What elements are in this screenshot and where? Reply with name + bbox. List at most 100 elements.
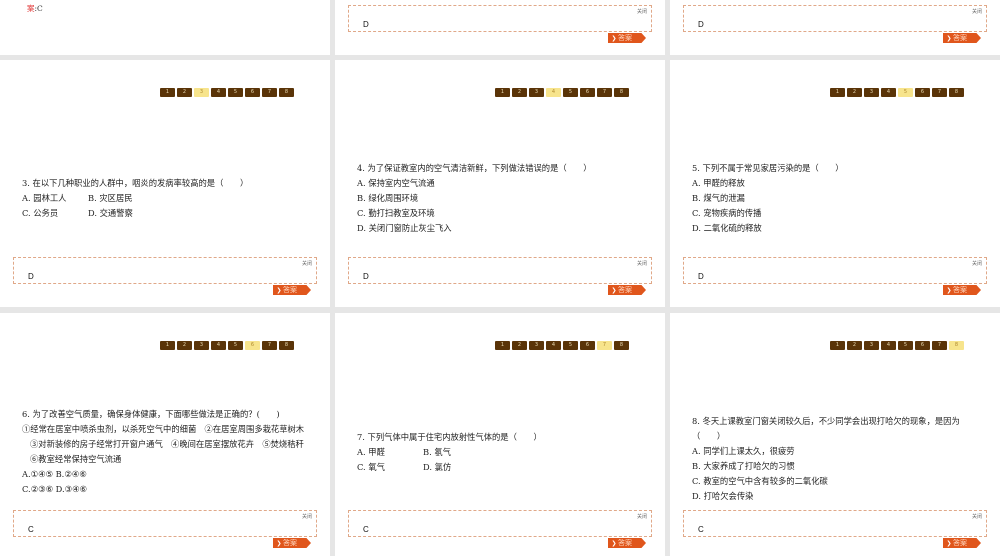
answer-button[interactable]: ❯答案: [608, 538, 646, 548]
close-button[interactable]: 关闭: [637, 8, 647, 15]
question-nav: 12345678: [495, 341, 629, 350]
nav-button-2[interactable]: 2: [512, 88, 527, 97]
nav-button-2[interactable]: 2: [177, 341, 192, 350]
nav-button-7[interactable]: 7: [597, 88, 612, 97]
nav-button-7[interactable]: 7: [262, 341, 277, 350]
nav-button-5[interactable]: 5: [563, 88, 578, 97]
close-button[interactable]: 关闭: [972, 8, 982, 15]
answer-button[interactable]: ❯答案: [273, 285, 311, 295]
nav-button-3[interactable]: 3: [529, 341, 544, 350]
nav-button-4[interactable]: 4: [546, 341, 561, 350]
question-nav: 12345678: [495, 88, 629, 97]
answer-button[interactable]: ❯答案: [943, 285, 981, 295]
nav-button-1[interactable]: 1: [160, 88, 175, 97]
nav-button-1[interactable]: 1: [495, 341, 510, 350]
nav-button-6[interactable]: 6: [915, 88, 930, 97]
answer-box: 关闭 D: [348, 5, 652, 32]
nav-button-6[interactable]: 6: [245, 341, 260, 350]
nav-button-5[interactable]: 5: [898, 341, 913, 350]
answer-box: 关闭 C: [13, 510, 317, 537]
question-line: D. 二氧化硫的释放: [692, 221, 844, 236]
slide-panel-top-1: 案:C: [0, 0, 330, 55]
nav-button-5[interactable]: 5: [228, 88, 243, 97]
nav-button-7[interactable]: 7: [932, 88, 947, 97]
nav-button-4[interactable]: 4: [881, 88, 896, 97]
answer-button-label: 答案: [953, 539, 967, 547]
nav-button-7[interactable]: 7: [932, 341, 947, 350]
option: D. 氯仿: [423, 462, 452, 472]
answer-button[interactable]: ❯答案: [608, 285, 646, 295]
question-stem: 6. 为了改善空气质量，确保身体健康，下面哪些做法是正确的？( ): [22, 407, 304, 422]
nav-button-2[interactable]: 2: [512, 341, 527, 350]
answer-button[interactable]: ❯答案: [943, 538, 981, 548]
close-button[interactable]: 关闭: [302, 513, 312, 520]
question-line: A. 甲醛的释放: [692, 176, 844, 191]
nav-button-4[interactable]: 4: [546, 88, 561, 97]
answer-button-label: 答案: [618, 539, 632, 547]
answer-box: 关闭 D: [13, 257, 317, 284]
question-line: B. 大家养成了打哈欠的习惯: [692, 459, 960, 474]
answer-button-label: 答案: [283, 286, 297, 294]
close-button[interactable]: 关闭: [302, 260, 312, 267]
nav-button-6[interactable]: 6: [580, 88, 595, 97]
slide-panel-top-3: 关闭 D ❯答案: [670, 0, 1000, 55]
nav-button-1[interactable]: 1: [160, 341, 175, 350]
answer-value: D: [363, 20, 369, 29]
chevron-right-icon: ❯: [946, 540, 952, 547]
nav-button-3[interactable]: 3: [864, 341, 879, 350]
slide-panel-q5: 1 2 3 4 5 6 7 8 5. 下列不属于常见家居污染的是（ ） A. 甲醛的释放 B. 煤气…: [670, 60, 1000, 307]
question-text-line: ⑥教室经常保持空气流通: [30, 454, 122, 464]
slide-panel-q6: 1 2 3 4 5 6 7 8 6. 为了改善空气质量，确保身体健康，下面哪些做法是正确的？( …: [0, 313, 330, 556]
nav-button-2[interactable]: 2: [847, 88, 862, 97]
nav-button-1[interactable]: 1: [830, 341, 845, 350]
slide-panel-top-2: 关闭 D ❯答案: [335, 0, 665, 55]
nav-button-5[interactable]: 5: [563, 341, 578, 350]
question-line: A. 同学们上课太久，很疲劳: [692, 444, 960, 459]
nav-button-1[interactable]: 1: [495, 88, 510, 97]
question-text-line: A. 保持室内空气流通: [357, 178, 435, 188]
nav-button-4[interactable]: 4: [211, 341, 226, 350]
answer-box: 关闭 D: [348, 257, 652, 284]
nav-button-8[interactable]: 8: [949, 341, 964, 350]
nav-button-8[interactable]: 8: [949, 88, 964, 97]
nav-button-8[interactable]: 8: [279, 341, 294, 350]
question-nav: 12345678: [160, 341, 294, 350]
nav-button-8[interactable]: 8: [614, 341, 629, 350]
nav-button-7[interactable]: 7: [262, 88, 277, 97]
nav-button-3[interactable]: 3: [194, 88, 209, 97]
close-button[interactable]: 关闭: [637, 260, 647, 267]
answer-button[interactable]: ❯答案: [608, 33, 646, 43]
answer-button[interactable]: ❯答案: [943, 33, 981, 43]
nav-button-6[interactable]: 6: [580, 341, 595, 350]
question: 3. 在以下几种职业的人群中，咽炎的发病率较高的是（ ） A. 园林工人 B. 灾区…: [22, 176, 248, 221]
nav-button-6[interactable]: 6: [915, 341, 930, 350]
nav-button-5[interactable]: 5: [898, 88, 913, 97]
nav-button-6[interactable]: 6: [245, 88, 260, 97]
question-text-line: C. 勤打扫教室及环境: [357, 208, 435, 218]
question: 6. 为了改善空气质量，确保身体健康，下面哪些做法是正确的？( ) ①经常在居室中…: [22, 407, 304, 497]
question-text-line: A. 甲醛的释放: [692, 178, 745, 188]
nav-button-4[interactable]: 4: [211, 88, 226, 97]
question-line: C. 教室的空气中含有较多的二氧化碳: [692, 474, 960, 489]
nav-button-2[interactable]: 2: [847, 341, 862, 350]
close-button[interactable]: 关闭: [972, 513, 982, 520]
nav-button-3[interactable]: 3: [194, 341, 209, 350]
close-button[interactable]: 关闭: [637, 513, 647, 520]
nav-button-7[interactable]: 7: [597, 341, 612, 350]
nav-button-4[interactable]: 4: [881, 341, 896, 350]
close-button[interactable]: 关闭: [972, 260, 982, 267]
nav-button-2[interactable]: 2: [177, 88, 192, 97]
question-text-line: ③对新装修的房子经常打开窗户通气 ④晚间在居室摆放花卉 ⑤焚烧秸秆: [30, 439, 304, 449]
nav-button-5[interactable]: 5: [228, 341, 243, 350]
answer-button[interactable]: ❯答案: [273, 538, 311, 548]
answer-box: 关闭 C: [348, 510, 652, 537]
nav-button-3[interactable]: 3: [529, 88, 544, 97]
answer-box: 关闭 D: [683, 257, 987, 284]
nav-button-8[interactable]: 8: [614, 88, 629, 97]
nav-button-8[interactable]: 8: [279, 88, 294, 97]
question-text: 7. 下列气体中属于住宅内放射性气体的是（ ）: [357, 432, 542, 442]
nav-button-1[interactable]: 1: [830, 88, 845, 97]
option: C. 公务员: [22, 208, 59, 218]
answer-text: 案:C: [27, 3, 43, 14]
nav-button-3[interactable]: 3: [864, 88, 879, 97]
